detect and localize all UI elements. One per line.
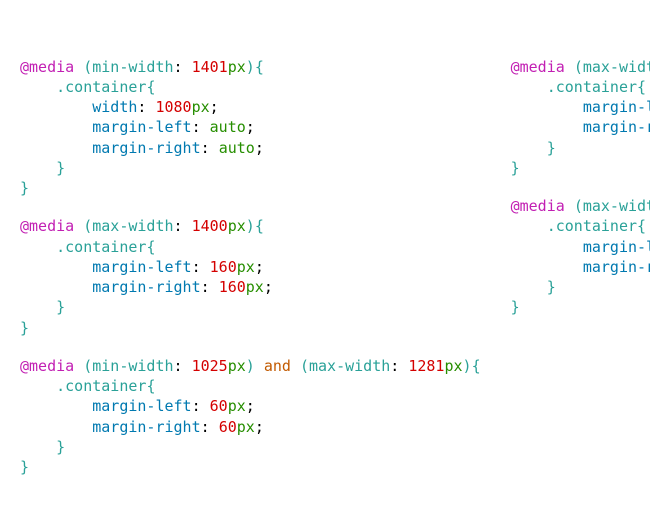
media-feature: min-width	[92, 357, 173, 375]
selector: .container	[56, 238, 146, 256]
media-block: @media (min-width: 1025px) and (max-widt…	[20, 356, 481, 478]
css-unit: px	[246, 278, 264, 296]
at-rule: @media	[511, 58, 565, 76]
media-feature: min-width	[92, 58, 173, 76]
css-property: margin-left	[92, 258, 191, 276]
css-property: margin-right	[92, 418, 200, 436]
media-feature: max-width	[583, 58, 650, 76]
media-block: @media (max-width: 1400px){ .container{ …	[20, 216, 481, 338]
selector: .container	[547, 217, 637, 235]
css-property: margin-left	[92, 397, 191, 415]
css-value: 1080	[155, 98, 191, 116]
css-unit: px	[192, 98, 210, 116]
css-property: margin-left	[583, 238, 650, 256]
media-feature: max-width	[309, 357, 390, 375]
media-feature: max-width	[92, 217, 173, 235]
code-column-left: @media (min-width: 1401px){ .container{ …	[20, 57, 481, 496]
css-value: 60	[210, 397, 228, 415]
and-keyword: and	[264, 357, 291, 375]
media-block: @media (max-width: 500px){ .container{ m…	[511, 196, 650, 318]
brace: }	[511, 159, 520, 177]
brace: {	[255, 58, 264, 76]
brace: }	[56, 159, 65, 177]
brace: {	[637, 78, 646, 96]
code-column-right: @media (max-width: 1024px){ .container{ …	[511, 57, 650, 496]
css-property: margin-right	[583, 118, 650, 136]
code-snippet: @media (min-width: 1401px){ .container{ …	[0, 0, 650, 513]
css-property: width	[92, 98, 137, 116]
brace: }	[20, 458, 29, 476]
css-property: margin-right	[92, 278, 200, 296]
at-rule: @media	[20, 357, 74, 375]
css-value-keyword: auto	[210, 118, 246, 136]
brace: {	[146, 377, 155, 395]
media-value: 1400	[192, 217, 228, 235]
selector: .container	[547, 78, 637, 96]
media-unit: px	[228, 58, 246, 76]
at-rule: @media	[511, 197, 565, 215]
media-value: 1025	[192, 357, 228, 375]
at-rule: @media	[20, 217, 74, 235]
brace: }	[20, 319, 29, 337]
css-value-keyword: auto	[219, 139, 255, 157]
brace: }	[56, 298, 65, 316]
css-unit: px	[228, 397, 246, 415]
css-property: margin-left	[92, 118, 191, 136]
brace: {	[472, 357, 481, 375]
media-value: 1401	[192, 58, 228, 76]
code-columns: @media (min-width: 1401px){ .container{ …	[20, 57, 630, 496]
brace: }	[511, 298, 520, 316]
selector: .container	[56, 78, 146, 96]
brace: {	[637, 217, 646, 235]
at-rule: @media	[20, 58, 74, 76]
media-feature: max-width	[583, 197, 650, 215]
css-value: 60	[219, 418, 237, 436]
selector: .container	[56, 377, 146, 395]
media-value: 1281	[408, 357, 444, 375]
brace: {	[146, 78, 155, 96]
brace: }	[20, 179, 29, 197]
brace: {	[255, 217, 264, 235]
media-block: @media (min-width: 1401px){ .container{ …	[20, 57, 481, 199]
css-unit: px	[237, 258, 255, 276]
css-property: margin-right	[92, 139, 200, 157]
media-unit: px	[444, 357, 462, 375]
css-value: 160	[210, 258, 237, 276]
media-block: @media (max-width: 1024px){ .container{ …	[511, 57, 650, 179]
brace: {	[146, 238, 155, 256]
css-property: margin-right	[583, 258, 650, 276]
css-unit: px	[237, 418, 255, 436]
brace: }	[56, 438, 65, 456]
css-value: 160	[219, 278, 246, 296]
media-unit: px	[228, 357, 246, 375]
css-property: margin-left	[583, 98, 650, 116]
brace: }	[547, 139, 556, 157]
media-unit: px	[228, 217, 246, 235]
brace: }	[547, 278, 556, 296]
